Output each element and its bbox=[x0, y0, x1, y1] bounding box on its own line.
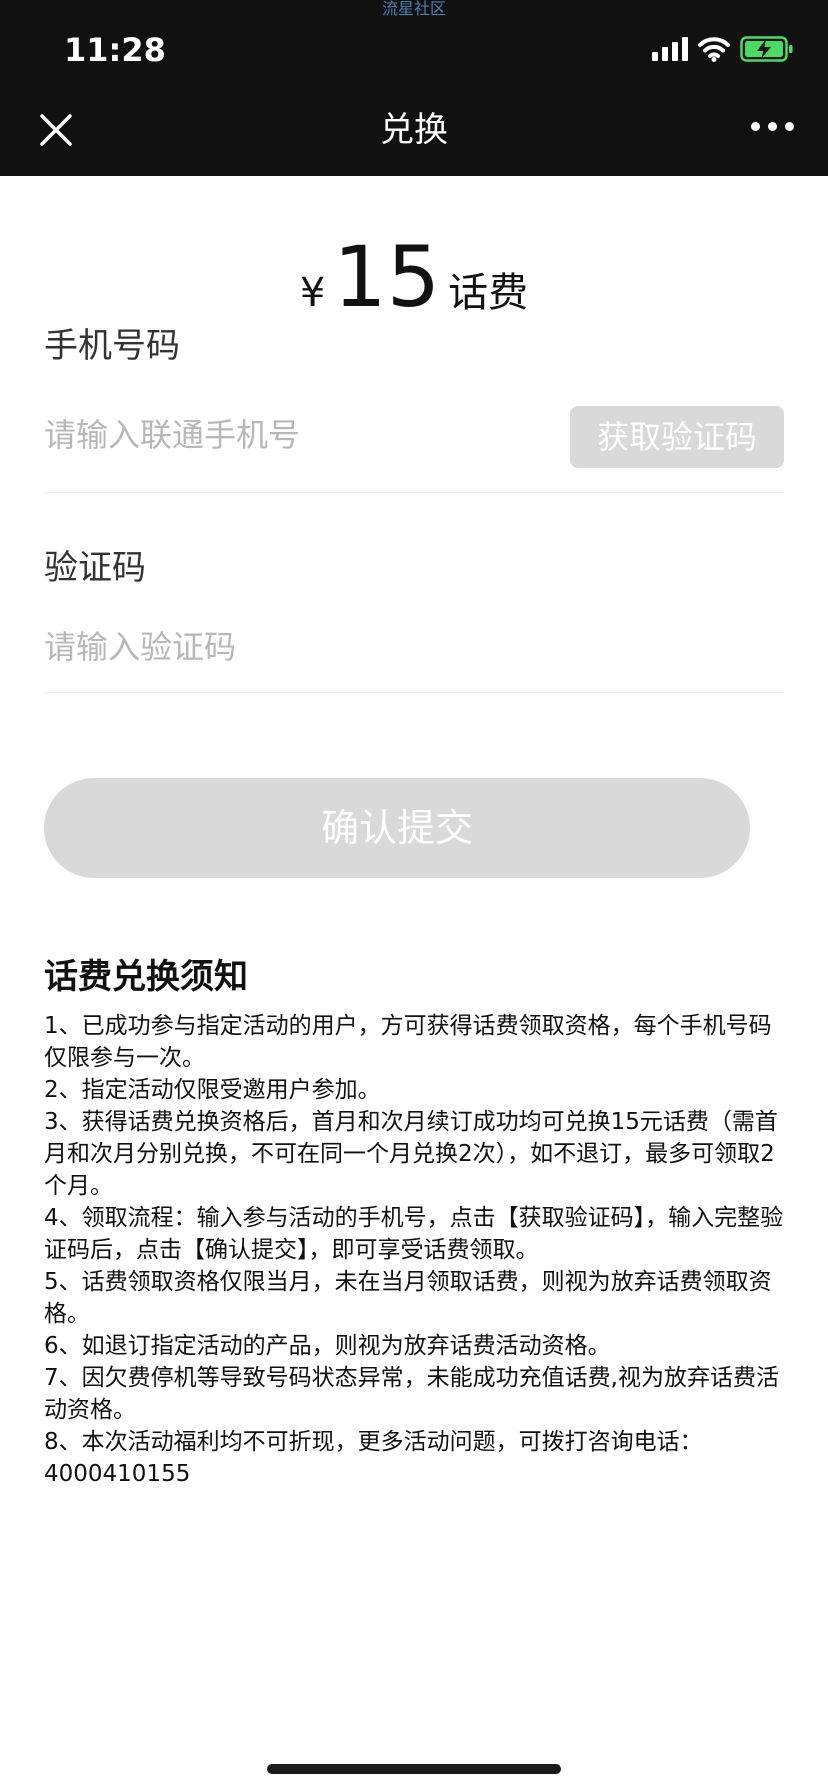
battery-charging-icon bbox=[740, 36, 793, 62]
phone-divider bbox=[44, 492, 784, 493]
amount-currency: ¥ bbox=[299, 270, 326, 316]
more-icon[interactable] bbox=[751, 122, 794, 131]
code-label: 验证码 bbox=[44, 548, 146, 588]
notice-item: 1、已成功参与指定活动的用户，方可获得话费领取资格，每个手机号码仅限参与一次。 bbox=[44, 1013, 772, 1071]
wifi-icon bbox=[698, 37, 730, 62]
notice-item: 7、因欠费停机等导致号码状态异常，未能成功充值话费,视为放弃话费活动资格。 bbox=[44, 1365, 779, 1423]
signal-icon bbox=[652, 37, 688, 61]
status-icons bbox=[652, 34, 794, 64]
amount-unit: 话费 bbox=[448, 270, 529, 316]
code-divider bbox=[44, 692, 784, 693]
notice-item: 3、获得话费兑换资格后，首月和次月续订成功均可兑换15元话费（需首月和次月分别兑… bbox=[44, 1109, 778, 1199]
notice-list: 1、已成功参与指定活动的用户，方可获得话费领取资格，每个手机号码仅限参与一次。 … bbox=[44, 1010, 784, 1490]
notice-item: 4、领取流程：输入参与活动的手机号，点击【获取验证码】，输入完整验证码后，点击【… bbox=[44, 1205, 784, 1263]
notice-item: 6、如退订指定活动的产品，则视为放弃话费活动资格。 bbox=[44, 1333, 611, 1359]
notice-title: 话费兑换须知 bbox=[44, 957, 248, 997]
phone-label: 手机号码 bbox=[44, 326, 180, 366]
notice-item: 2、指定活动仅限受邀用户参加。 bbox=[44, 1077, 381, 1103]
nav-title: 兑换 bbox=[380, 110, 448, 150]
exchange-page: 流星社区 11:28 兑换 ¥15 话费 手机号码 请输入联通手机号 获取验证码… bbox=[0, 0, 828, 1792]
submit-button[interactable]: 确认提交 bbox=[44, 778, 750, 878]
notice-item: 8、本次活动福利均不可折现，更多活动问题，可拨打咨询电话：4000410155 bbox=[44, 1429, 703, 1487]
phone-input[interactable] bbox=[44, 410, 544, 460]
home-indicator[interactable] bbox=[267, 1764, 561, 1774]
code-input[interactable] bbox=[44, 622, 544, 672]
notice-item: 5、话费领取资格仅限当月，未在当月领取话费，则视为放弃话费领取资格。 bbox=[44, 1269, 772, 1327]
get-code-button[interactable]: 获取验证码 bbox=[570, 406, 784, 468]
amount-value: 15 bbox=[333, 228, 441, 326]
watermark: 流星社区 bbox=[381, 0, 446, 18]
top-bar: 流星社区 11:28 兑换 bbox=[0, 0, 828, 176]
status-time: 11:28 bbox=[64, 31, 166, 69]
